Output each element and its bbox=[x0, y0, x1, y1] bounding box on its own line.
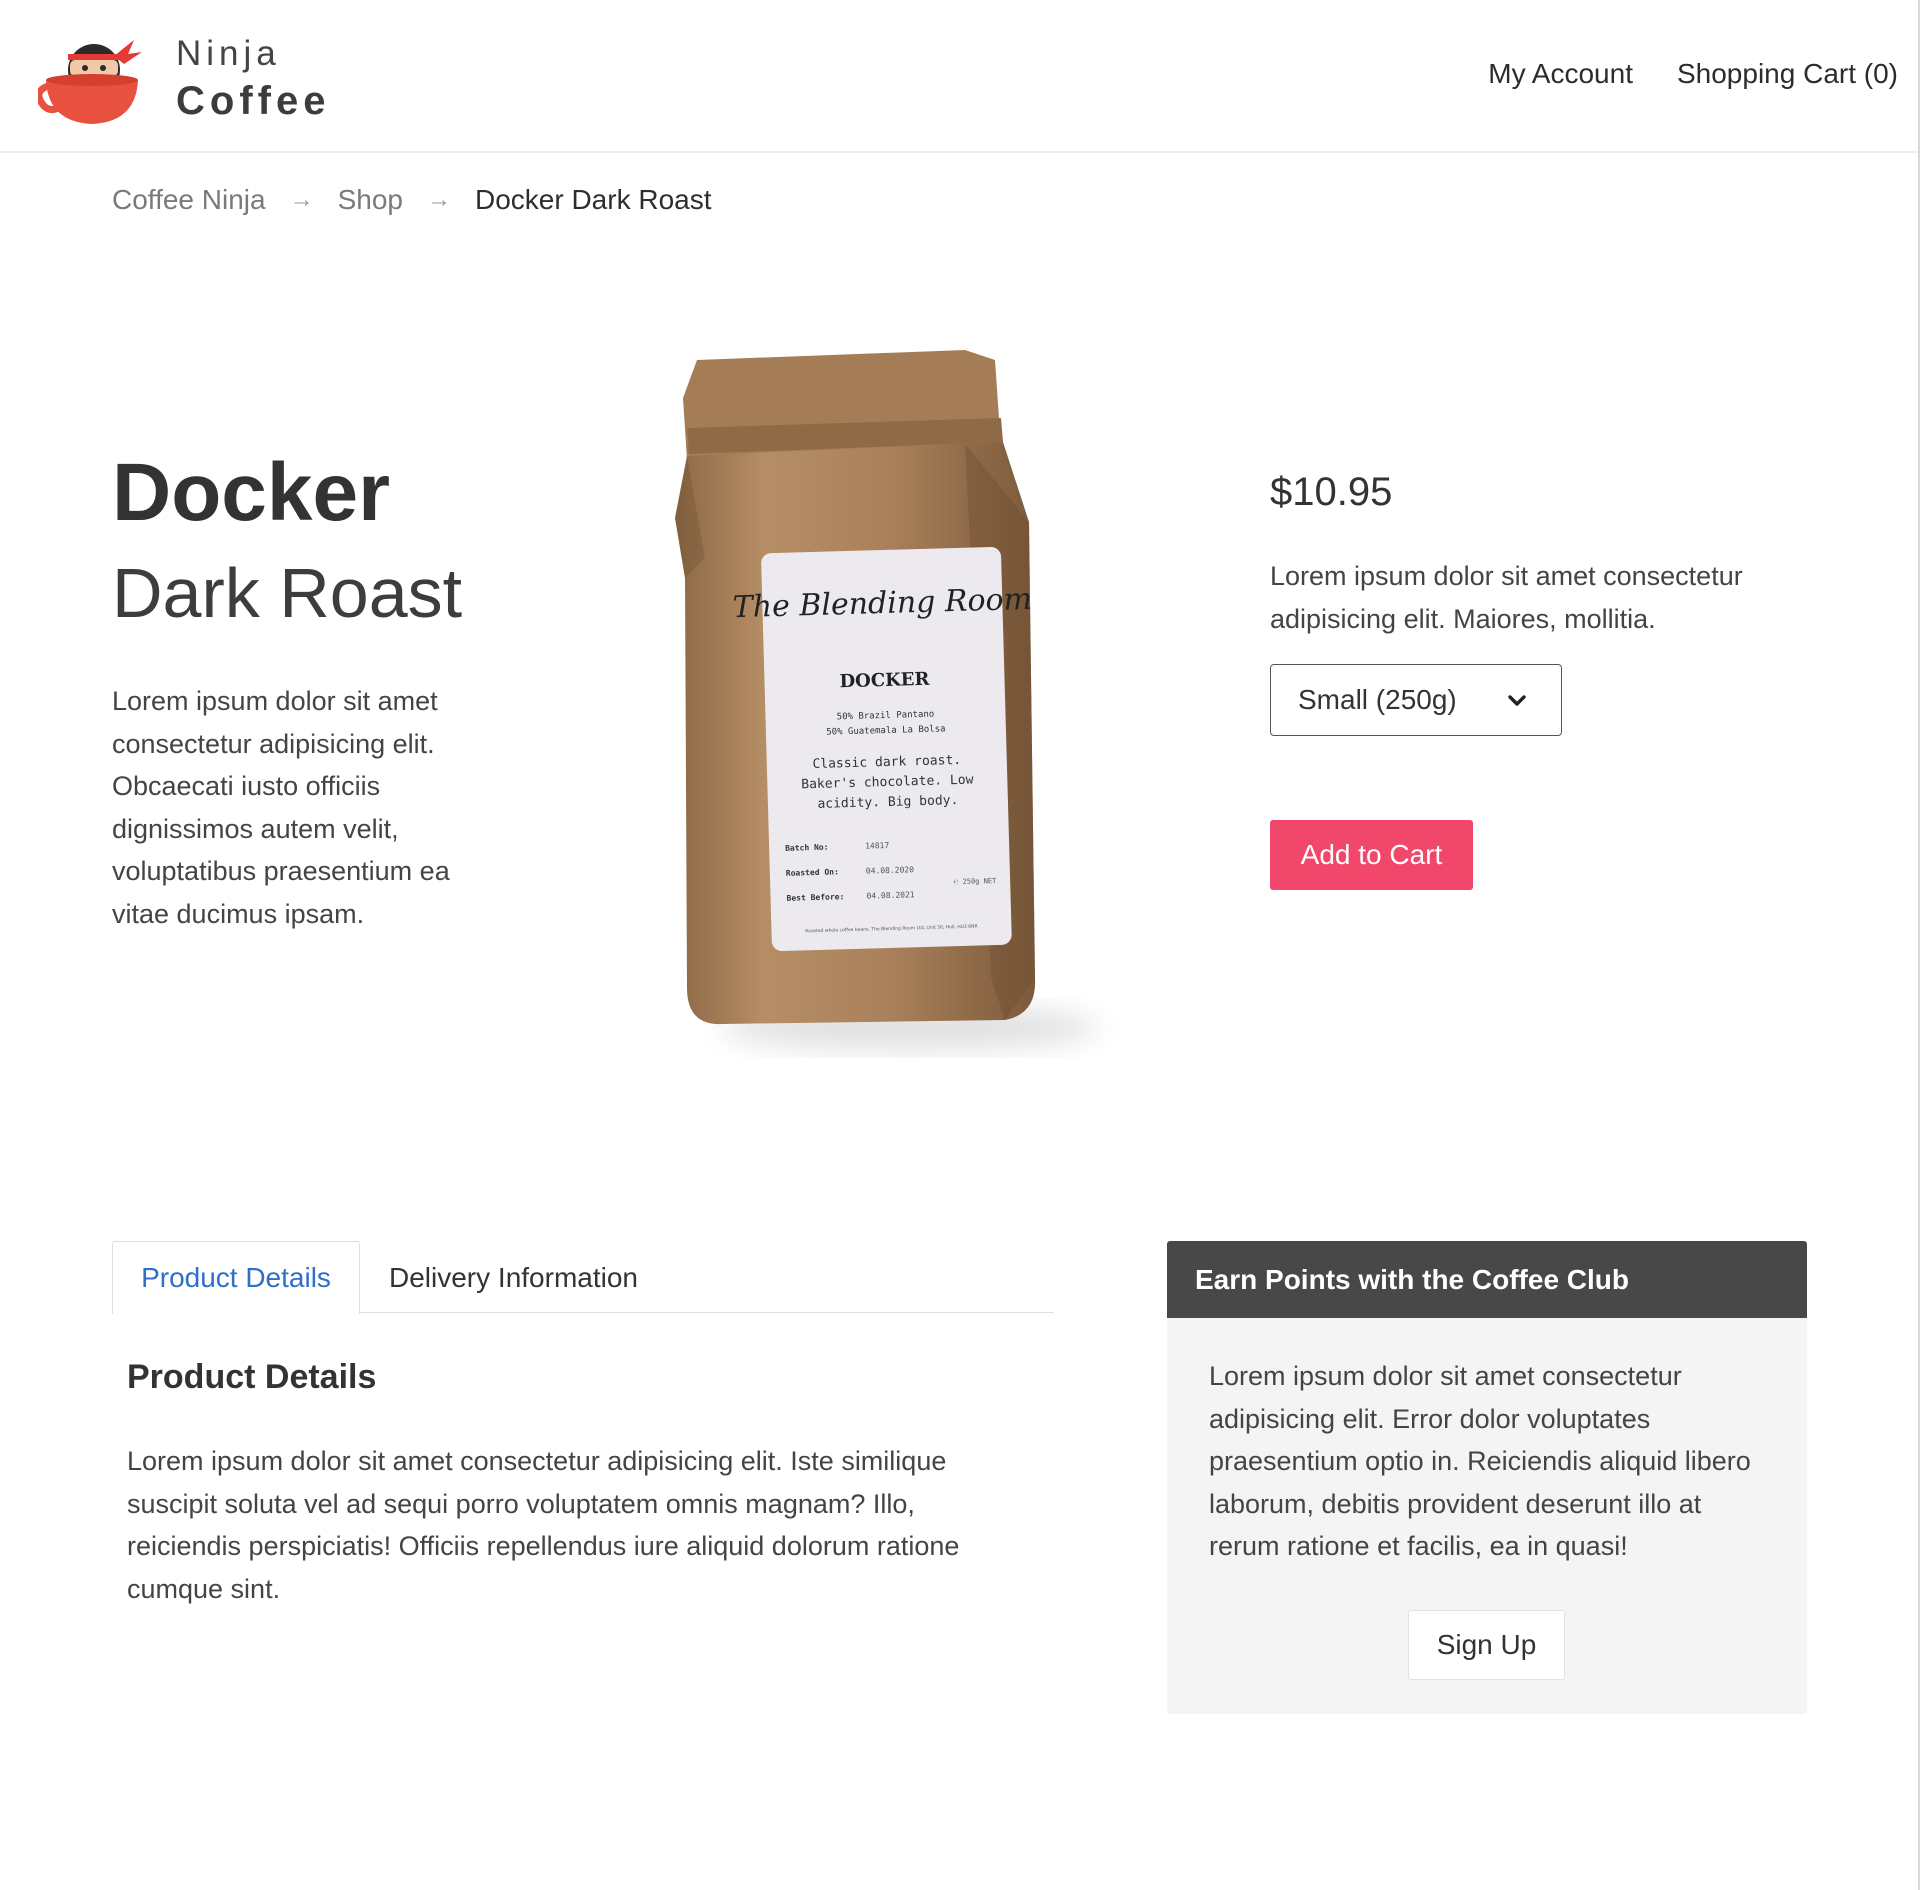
my-account-link[interactable]: My Account bbox=[1488, 58, 1633, 90]
product-tabs: Product Details Delivery Information bbox=[112, 1241, 1054, 1314]
svg-text:Batch No:: Batch No: bbox=[785, 843, 829, 853]
product-description: Lorem ipsum dolor sit amet consectetur a… bbox=[112, 686, 450, 929]
shopping-cart-link[interactable]: Shopping Cart (0) bbox=[1677, 58, 1898, 90]
site-header: Ninja Coffee My Account Shopping Cart (0… bbox=[0, 0, 1920, 153]
svg-text:Best Before:: Best Before: bbox=[786, 892, 844, 903]
brand-name-line2: Coffee bbox=[176, 78, 331, 123]
product-details-text: Lorem ipsum dolor sit amet consectetur a… bbox=[127, 1446, 960, 1604]
coffee-bag-image: The Blending Room DOCKER 50% Brazil Pant… bbox=[675, 350, 1100, 1050]
ninja-coffee-cup-logo-icon bbox=[38, 40, 142, 124]
breadcrumb-home[interactable]: Coffee Ninja bbox=[112, 184, 266, 216]
tab-product-details[interactable]: Product Details bbox=[112, 1241, 360, 1314]
coffee-club-title: Earn Points with the Coffee Club bbox=[1167, 1241, 1807, 1318]
chevron-down-icon bbox=[1508, 695, 1526, 706]
sign-up-button[interactable]: Sign Up bbox=[1408, 1610, 1565, 1680]
product-details-heading: Product Details bbox=[127, 1358, 377, 1396]
tab-delivery-information[interactable]: Delivery Information bbox=[389, 1241, 638, 1314]
svg-text:04.08.2021: 04.08.2021 bbox=[866, 890, 915, 900]
add-to-cart-button[interactable]: Add to Cart bbox=[1270, 820, 1473, 890]
coffee-club-text: Lorem ipsum dolor sit amet consectetur a… bbox=[1209, 1361, 1751, 1561]
breadcrumb-arrow-icon: → bbox=[426, 186, 451, 213]
top-nav: My Account Shopping Cart (0) bbox=[1488, 58, 1898, 90]
breadcrumb-shop[interactable]: Shop bbox=[338, 184, 403, 216]
size-select[interactable]: Small (250g) bbox=[1270, 664, 1562, 736]
svg-text:04.08.2020: 04.08.2020 bbox=[866, 865, 915, 875]
breadcrumb-arrow-icon: → bbox=[289, 186, 314, 213]
svg-text:DOCKER: DOCKER bbox=[839, 669, 931, 693]
svg-text:℮ 250g NET: ℮ 250g NET bbox=[954, 877, 997, 886]
purchase-description: Lorem ipsum dolor sit amet consectetur a… bbox=[1270, 561, 1743, 634]
product-price: $10.95 bbox=[1270, 470, 1393, 514]
svg-text:Roasted On:: Roasted On: bbox=[786, 867, 839, 877]
breadcrumb: Coffee Ninja → Shop → Docker Dark Roast bbox=[112, 184, 712, 216]
svg-text:14817: 14817 bbox=[865, 841, 890, 851]
size-select-value: Small (250g) bbox=[1298, 684, 1457, 715]
product-image: The Blending Room DOCKER 50% Brazil Pant… bbox=[665, 338, 1125, 1058]
brand-logo[interactable]: Ninja Coffee bbox=[38, 30, 330, 126]
breadcrumb-current: Docker Dark Roast bbox=[474, 184, 712, 215]
coffee-club-card: Earn Points with the Coffee Club Lorem i… bbox=[1167, 1241, 1807, 1714]
product-name: Docker bbox=[112, 447, 391, 538]
brand-name-line1: Ninja bbox=[176, 33, 281, 73]
product-subtitle: Dark Roast bbox=[112, 554, 463, 632]
product-title: Docker Dark Roast bbox=[112, 447, 463, 632]
